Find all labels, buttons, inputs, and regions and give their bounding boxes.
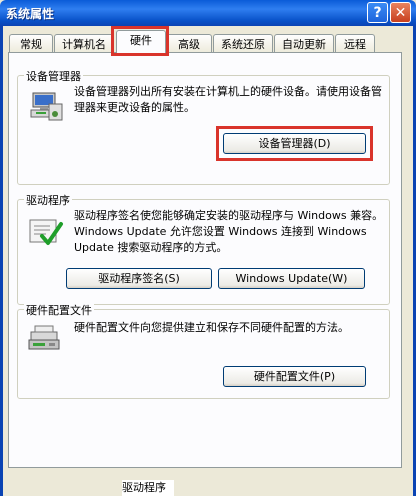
device-manager-group: 设备管理器 设备管理器列出所有安装在计算机上的硬件设备。请使用设备管理器来更改设… — [17, 68, 390, 185]
help-button[interactable]: ? — [367, 2, 388, 23]
tab-general[interactable]: 常规 — [9, 34, 53, 54]
hardware-tab-panel: 设备管理器 设备管理器列出所有安装在计算机上的硬件设备。请使用设备管理器来更改设… — [8, 52, 402, 468]
drivers-description: 驱动程序签名使您能够确定安装的驱动程序与 Windows 兼容。Windows … — [74, 209, 384, 254]
driver-signing-icon — [29, 219, 63, 245]
hardware-profiles-group: 硬件配置文件 硬件配置文件向您提供建立和保存不同硬件配置的方法。 硬件配置文件(… — [17, 302, 390, 399]
system-properties-window: 常规 计算机名 硬件 高级 系统还原 自动更新 远程 设备管理器 设备管理器列出… — [0, 26, 416, 496]
drivers-title: 驱动程序 — [24, 192, 72, 208]
hardware-profiles-title: 硬件配置文件 — [24, 302, 94, 318]
tab-system-restore[interactable]: 系统还原 — [213, 34, 273, 54]
device-manager-description: 设备管理器列出所有安装在计算机上的硬件设备。请使用设备管理器来更改设备的属性。 — [74, 85, 382, 114]
device-manager-icon — [30, 92, 63, 121]
hardware-profiles-button[interactable]: 硬件配置文件(P) — [223, 366, 366, 387]
bottom-text-fragment: 驱动程序 — [122, 480, 174, 496]
close-button[interactable]: ✕ — [390, 2, 411, 23]
tab-hardware[interactable]: 硬件 — [116, 30, 166, 55]
window-title: 系统属性 — [6, 7, 55, 21]
tab-remote[interactable]: 远程 — [335, 34, 375, 54]
device-manager-title: 设备管理器 — [24, 68, 83, 84]
hardware-profiles-description: 硬件配置文件向您提供建立和保存不同硬件配置的方法。 — [74, 321, 349, 334]
tab-advanced[interactable]: 高级 — [166, 34, 212, 54]
driver-signing-button[interactable]: 驱动程序签名(S) — [66, 268, 212, 289]
drivers-group: 驱动程序 驱动程序签名使您能够确定安装的驱动程序与 Windows 兼容。Win… — [17, 192, 390, 305]
device-manager-button[interactable]: 设备管理器(D) — [223, 133, 366, 154]
title-bar[interactable]: 系统属性 ? ✕ — [0, 0, 416, 26]
hardware-profile-icon — [28, 325, 60, 350]
tab-computer-name[interactable]: 计算机名 — [54, 34, 114, 54]
windows-update-button[interactable]: Windows Update(W) — [218, 268, 365, 289]
tab-automatic-updates[interactable]: 自动更新 — [274, 34, 334, 54]
